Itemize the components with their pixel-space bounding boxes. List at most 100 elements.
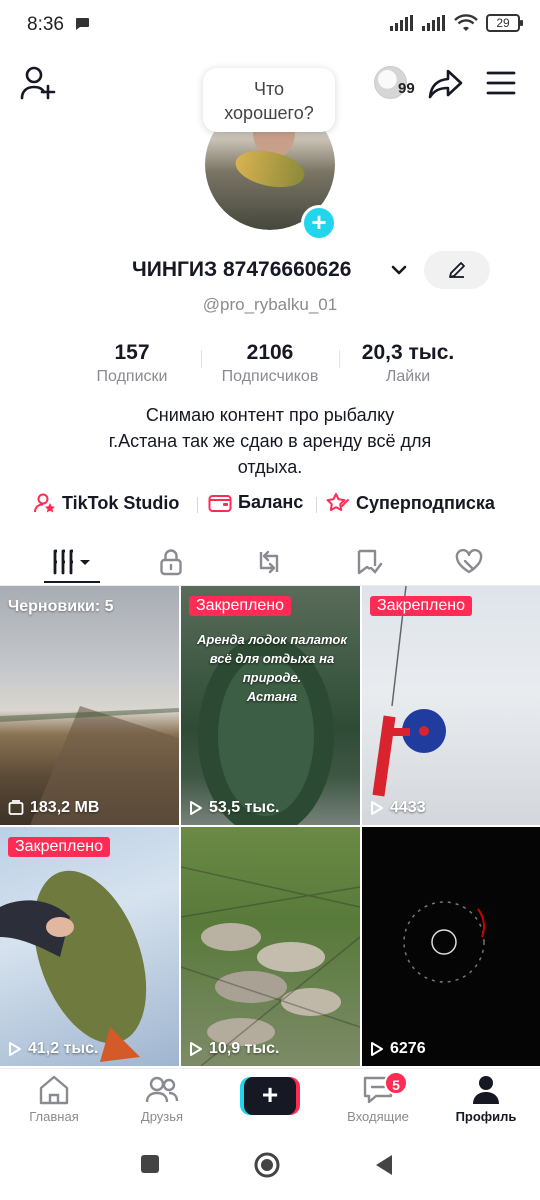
stat-value: 157 <box>114 341 150 364</box>
bubble-line: Что <box>253 79 285 99</box>
stat-text: 10,9 тыс. <box>209 1040 280 1057</box>
nav-label: Главная <box>29 1109 79 1124</box>
favorites-icon <box>357 549 383 575</box>
video-stat: 53,5 тыс. <box>189 799 279 817</box>
pinned-badge: Закреплено <box>8 837 110 857</box>
video-stat: 10,9 тыс. <box>189 1040 279 1058</box>
video-caption-overlay: Аренда лодок палаток всё для отдыха на п… <box>189 630 355 706</box>
tab-reposts[interactable] <box>224 542 314 582</box>
stat-text: 53,5 тыс. <box>209 799 280 816</box>
chat-notification-icon <box>76 18 89 30</box>
status-icons: 29 <box>390 14 523 32</box>
home-icon <box>39 1075 69 1105</box>
nav-label: Профиль <box>455 1109 517 1124</box>
caption-line: Астана <box>246 689 298 704</box>
stat-likes[interactable]: 20,3 тыс. Лайки <box>346 340 470 388</box>
wallet-icon <box>208 494 232 512</box>
video-tile[interactable]: Закреплено 41,2 тыс. <box>0 827 179 1066</box>
caption-line: природе. <box>242 670 302 685</box>
tab-private[interactable] <box>126 542 216 582</box>
plus-icon: + <box>244 1077 296 1115</box>
tab-favorites[interactable] <box>324 542 414 582</box>
divider <box>201 350 202 368</box>
super-subscription-link[interactable]: Суперподписка <box>326 492 495 514</box>
pinned-badge: Закреплено <box>189 596 291 616</box>
tab-liked[interactable] <box>424 542 514 582</box>
stat-text: 6276 <box>390 1040 426 1057</box>
profile-bio: Снимаю контент про рыбалку г.Астана так … <box>0 402 540 480</box>
pencil-icon <box>449 262 465 278</box>
balance-link[interactable]: Баланс <box>208 492 303 513</box>
perch-fish-shape <box>0 870 147 1062</box>
stat-value: 2106 <box>246 341 294 364</box>
tab-videos[interactable] <box>27 542 117 582</box>
video-tile[interactable]: 6276 <box>362 827 540 1066</box>
tab-indicator <box>44 581 100 583</box>
divider <box>339 350 340 368</box>
fishing-rod-shape <box>372 586 446 797</box>
video-stat: 41,2 тыс. <box>8 1040 98 1058</box>
divider <box>197 497 198 513</box>
video-tile[interactable]: 10,9 тыс. <box>181 827 360 1066</box>
stat-text: 183,2 MB <box>30 799 100 816</box>
stat-following[interactable]: 157 Подписки <box>82 340 182 388</box>
speedometer-shape <box>403 901 486 983</box>
avatar-fish <box>232 145 308 193</box>
bottom-nav: Главная Друзья + Входящие 5 Профиль <box>0 1068 540 1138</box>
tiktok-studio-link[interactable]: TikTok Studio <box>34 492 179 514</box>
repost-icon <box>259 550 279 574</box>
nav-inbox[interactable]: Входящие <box>324 1075 432 1124</box>
back-icon[interactable] <box>374 1154 394 1176</box>
video-stat: 4433 <box>370 799 426 817</box>
inbox-badge: 5 <box>384 1071 408 1095</box>
profile-handle: @pro_rybalku_01 <box>202 295 338 314</box>
studio-icon <box>34 493 55 513</box>
stat-text: 41,2 тыс. <box>28 1040 99 1057</box>
profile-links: TikTok Studio Баланс Суперподписка <box>0 492 540 518</box>
pinned-badge: Закреплено <box>370 596 472 616</box>
bubble-line: хорошего? <box>224 103 314 123</box>
stat-followers[interactable]: 2106 Подписчиков <box>206 340 334 388</box>
stat-label: Лайки <box>385 368 431 385</box>
wifi-icon <box>454 14 478 31</box>
video-tile-drafts[interactable]: Черновики: 5 183,2 MB <box>0 586 179 825</box>
lock-icon <box>160 549 182 576</box>
content-tabs <box>0 534 540 586</box>
friends-icon <box>145 1076 179 1103</box>
caption-line: всё для отдыха на <box>209 651 335 666</box>
video-tile[interactable]: Закреплено 4433 <box>362 586 540 825</box>
home-circle-icon[interactable] <box>254 1152 280 1178</box>
add-friend-icon[interactable] <box>20 66 56 100</box>
signal-icon <box>422 15 445 31</box>
divider <box>316 497 317 513</box>
play-icon <box>371 1042 383 1056</box>
storage-icon <box>8 800 24 815</box>
coins-button[interactable]: 99 <box>374 66 422 100</box>
bio-line: Снимаю контент про рыбалку <box>145 405 395 425</box>
bio-line: отдыха. <box>237 457 303 477</box>
share-icon[interactable] <box>428 68 464 100</box>
fish-net-shape <box>181 866 360 1066</box>
video-tile[interactable]: Закреплено Аренда лодок палаток всё для … <box>181 586 360 825</box>
edit-profile-button[interactable] <box>424 251 490 289</box>
nav-friends[interactable]: Друзья <box>108 1075 216 1124</box>
road-shape <box>0 706 179 825</box>
stat-label: Подписчиков <box>221 368 319 385</box>
liked-icon <box>455 548 483 574</box>
status-bubble[interactable]: Что хорошего? <box>203 68 335 132</box>
signal-icon <box>390 15 413 31</box>
chevron-down-icon[interactable] <box>390 261 408 279</box>
bio-line: г.Астана так же сдаю в аренду всё для <box>108 431 432 451</box>
nav-home[interactable]: Главная <box>0 1075 108 1124</box>
profile-name[interactable]: ЧИНГИЗ 87476660626 <box>132 258 351 282</box>
menu-icon[interactable] <box>486 70 516 96</box>
create-button[interactable]: + <box>240 1077 300 1115</box>
play-icon <box>9 1042 21 1056</box>
link-label: TikTok Studio <box>62 492 180 513</box>
caption-line: Аренда лодок палаток <box>197 632 347 647</box>
play-icon <box>190 801 202 815</box>
profile-icon <box>473 1076 499 1104</box>
add-story-button[interactable]: + <box>301 205 337 241</box>
nav-profile[interactable]: Профиль <box>432 1075 540 1124</box>
recents-icon[interactable] <box>140 1154 160 1174</box>
